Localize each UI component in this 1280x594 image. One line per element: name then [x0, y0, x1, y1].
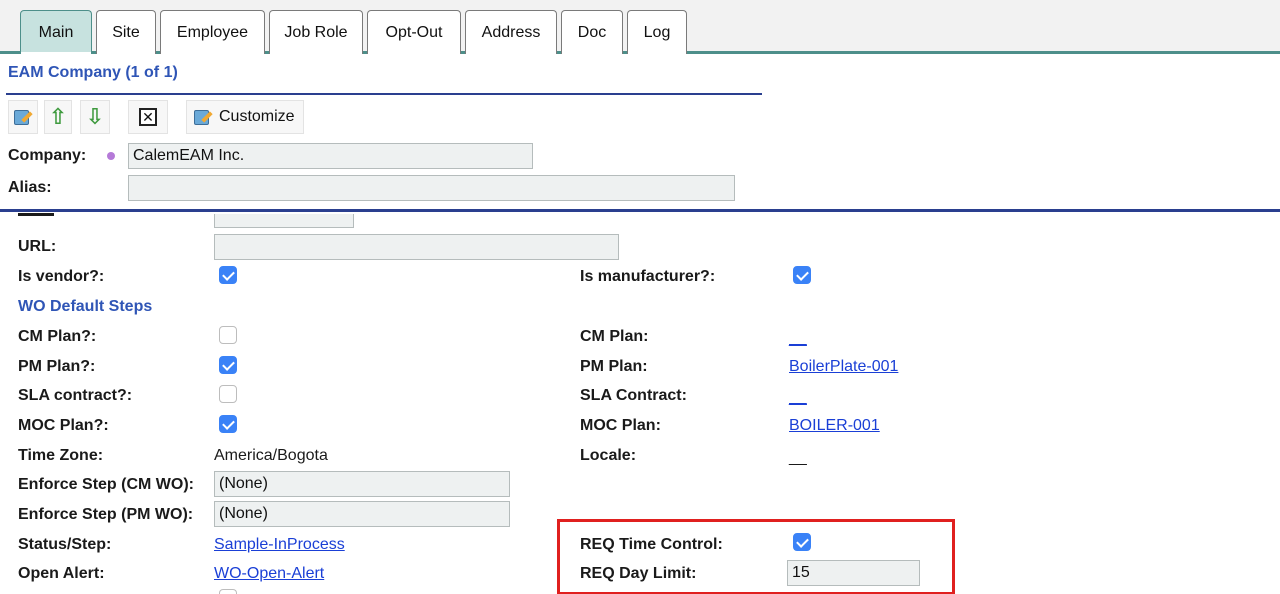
pm-plan-label: PM Plan:: [580, 358, 648, 375]
enforce-step-pm-label: Enforce Step (PM WO):: [18, 506, 194, 523]
arrow-up-icon: ⇧: [48, 104, 68, 129]
delete-icon: ✕: [139, 108, 157, 126]
time-zone-label: Time Zone:: [18, 447, 104, 464]
required-indicator: [107, 152, 115, 160]
cm-plan-link[interactable]: __: [789, 330, 807, 348]
company-label: Company:: [8, 147, 87, 164]
pm-plan-link[interactable]: BoilerPlate-001: [789, 358, 898, 376]
tab-job-role[interactable]: Job Role: [269, 10, 363, 54]
cm-plan-flag-label: CM Plan?:: [18, 328, 97, 345]
moc-plan-flag-label: MOC Plan?:: [18, 417, 109, 434]
enforce-step-cm-label: Enforce Step (CM WO):: [18, 476, 194, 493]
sla-contract-flag-checkbox[interactable]: [219, 385, 237, 403]
edit-icon: [13, 107, 33, 127]
partial-field[interactable]: [214, 214, 354, 228]
enforce-step-cm-select[interactable]: (None): [214, 471, 510, 497]
pm-plan-flag-label: PM Plan?:: [18, 358, 96, 375]
open-alert-link[interactable]: WO-Open-Alert: [214, 565, 324, 583]
sla-contract-flag-label: SLA contract?:: [18, 387, 133, 404]
customize-label: Customize: [219, 108, 295, 125]
locale-label: Locale:: [580, 447, 637, 464]
enforce-step-pm-select[interactable]: (None): [214, 501, 510, 527]
is-manufacturer-checkbox[interactable]: [793, 266, 811, 284]
company-field[interactable]: CalemEAM Inc.: [128, 143, 533, 169]
delete-button[interactable]: ✕: [128, 100, 168, 134]
edit-button[interactable]: [8, 100, 38, 134]
arrow-down-icon: ⇩: [85, 104, 105, 129]
tab-log[interactable]: Log: [627, 10, 687, 54]
locale-value: __: [789, 449, 807, 466]
is-manufacturer-label: Is manufacturer?:: [580, 268, 716, 285]
customize-icon: [193, 107, 213, 127]
move-down-button[interactable]: ⇩: [80, 100, 110, 134]
open-alert-label: Open Alert:: [18, 565, 105, 582]
highlight-box: [557, 519, 955, 594]
tab-bar: Main Site Employee Job Role Opt-Out Addr…: [0, 0, 1280, 54]
is-vendor-label: Is vendor?:: [18, 268, 105, 285]
page-title: EAM Company (1 of 1): [8, 64, 178, 81]
status-step-link[interactable]: Sample-InProcess: [214, 536, 345, 554]
header-divider: [0, 209, 1280, 212]
wo-default-steps-heading: WO Default Steps: [18, 298, 153, 315]
tab-main[interactable]: Main: [20, 10, 92, 54]
tab-site[interactable]: Site: [96, 10, 156, 54]
alias-field[interactable]: [128, 175, 735, 201]
cm-plan-label: CM Plan:: [580, 328, 649, 345]
tab-employee[interactable]: Employee: [160, 10, 265, 54]
customize-button[interactable]: Customize: [186, 100, 304, 134]
moc-plan-label: MOC Plan:: [580, 417, 661, 434]
sla-contract-link[interactable]: __: [789, 389, 807, 407]
status-step-label: Status/Step:: [18, 536, 112, 553]
title-divider: [6, 93, 762, 95]
partial-checkbox[interactable]: [219, 589, 237, 594]
cm-plan-flag-checkbox[interactable]: [219, 326, 237, 344]
moc-plan-flag-checkbox[interactable]: [219, 415, 237, 433]
tab-doc[interactable]: Doc: [561, 10, 623, 54]
alias-label: Alias:: [8, 179, 52, 196]
sla-contract-label: SLA Contract:: [580, 387, 687, 404]
url-label: URL:: [18, 238, 57, 255]
tab-address[interactable]: Address: [465, 10, 557, 54]
is-vendor-checkbox[interactable]: [219, 266, 237, 284]
pm-plan-flag-checkbox[interactable]: [219, 356, 237, 374]
url-field[interactable]: [214, 234, 619, 260]
tab-opt-out[interactable]: Opt-Out: [367, 10, 461, 54]
move-up-button[interactable]: ⇧: [44, 100, 72, 134]
partial-label: [18, 212, 58, 218]
moc-plan-link[interactable]: BOILER-001: [789, 417, 880, 435]
time-zone-value: America/Bogota: [214, 447, 328, 464]
